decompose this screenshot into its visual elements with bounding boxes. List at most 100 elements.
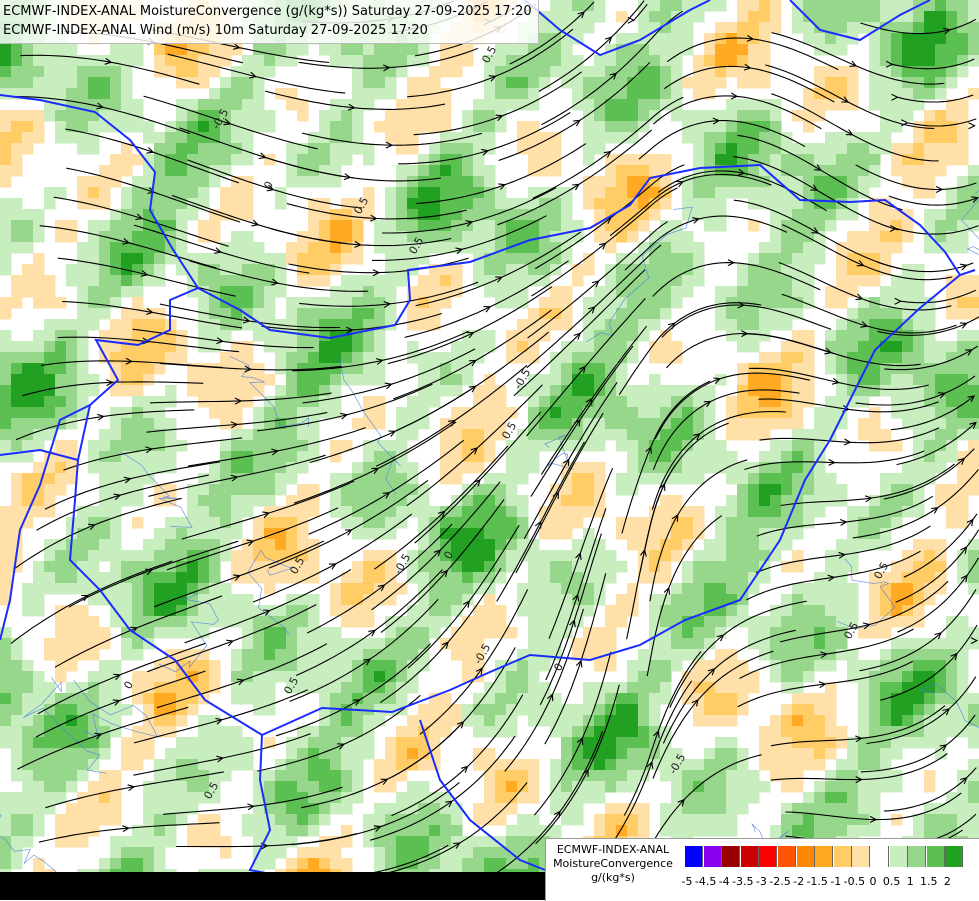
field-cell	[385, 803, 397, 815]
field-cell	[583, 495, 595, 507]
field-cell	[572, 88, 584, 100]
field-cell	[341, 44, 353, 56]
field-cell	[649, 660, 661, 672]
field-cell	[517, 352, 529, 364]
field-cell	[55, 770, 67, 782]
field-cell	[297, 638, 309, 650]
field-cell	[550, 143, 562, 155]
field-cell	[187, 792, 199, 804]
field-cell	[836, 0, 848, 12]
field-cell	[220, 528, 232, 540]
field-cell	[385, 506, 397, 518]
field-cell	[968, 407, 979, 419]
field-cell	[748, 528, 760, 540]
field-cell	[891, 286, 903, 298]
field-cell	[286, 660, 298, 672]
field-cell	[473, 495, 485, 507]
field-cell	[671, 341, 683, 353]
field-cell	[528, 550, 540, 562]
field-cell	[484, 330, 496, 342]
field-cell	[891, 572, 903, 584]
field-cell	[814, 143, 826, 155]
field-cell	[880, 286, 892, 298]
field-cell	[407, 660, 419, 672]
field-cell	[935, 429, 947, 441]
field-cell	[418, 110, 430, 122]
field-cell	[880, 517, 892, 529]
field-cell	[759, 638, 771, 650]
field-cell	[957, 495, 969, 507]
field-cell	[77, 836, 89, 848]
field-cell	[176, 209, 188, 221]
field-cell	[869, 77, 881, 89]
field-cell	[0, 154, 12, 166]
field-cell	[77, 539, 89, 551]
field-cell	[11, 143, 23, 155]
field-cell	[847, 176, 859, 188]
field-cell	[297, 484, 309, 496]
field-cell	[220, 506, 232, 518]
field-cell	[605, 572, 617, 584]
field-cell	[242, 506, 254, 518]
field-cell	[517, 704, 529, 716]
field-cell	[803, 187, 815, 199]
field-cell	[462, 528, 474, 540]
field-cell	[517, 66, 529, 78]
field-cell	[539, 143, 551, 155]
field-cell	[616, 110, 628, 122]
field-cell	[22, 110, 34, 122]
field-cell	[715, 451, 727, 463]
field-cell	[0, 44, 12, 56]
field-cell	[935, 451, 947, 463]
field-cell	[693, 825, 705, 837]
field-cell	[330, 143, 342, 155]
field-cell	[22, 759, 34, 771]
field-cell	[429, 814, 441, 826]
field-cell	[385, 781, 397, 793]
field-cell	[748, 495, 760, 507]
field-cell	[341, 715, 353, 727]
field-cell	[44, 550, 56, 562]
field-cell	[957, 231, 969, 243]
field-cell	[396, 407, 408, 419]
field-cell	[55, 704, 67, 716]
field-cell	[363, 583, 375, 595]
field-cell	[561, 187, 573, 199]
field-cell	[154, 352, 166, 364]
field-cell	[132, 99, 144, 111]
field-cell	[891, 0, 903, 12]
field-cell	[253, 121, 265, 133]
field-cell	[902, 110, 914, 122]
field-cell	[660, 495, 672, 507]
field-cell	[110, 539, 122, 551]
field-cell	[165, 671, 177, 683]
field-cell	[374, 374, 386, 386]
field-cell	[825, 33, 837, 45]
field-cell	[396, 583, 408, 595]
field-cell	[99, 770, 111, 782]
field-cell	[451, 275, 463, 287]
field-cell	[154, 792, 166, 804]
field-cell	[825, 616, 837, 628]
field-cell	[803, 737, 815, 749]
field-cell	[11, 275, 23, 287]
field-cell	[781, 363, 793, 375]
field-cell	[0, 341, 12, 353]
field-cell	[792, 418, 804, 430]
field-cell	[11, 836, 23, 848]
field-cell	[583, 385, 595, 397]
field-cell	[506, 253, 518, 265]
field-cell	[429, 154, 441, 166]
field-cell	[528, 594, 540, 606]
field-cell	[352, 110, 364, 122]
field-cell	[385, 286, 397, 298]
field-cell	[957, 484, 969, 496]
field-cell	[11, 825, 23, 837]
field-cell	[187, 517, 199, 529]
field-cell	[737, 55, 749, 67]
field-cell	[473, 231, 485, 243]
field-cell	[671, 429, 683, 441]
field-cell	[55, 88, 67, 100]
field-cell	[946, 308, 958, 320]
field-cell	[495, 561, 507, 573]
